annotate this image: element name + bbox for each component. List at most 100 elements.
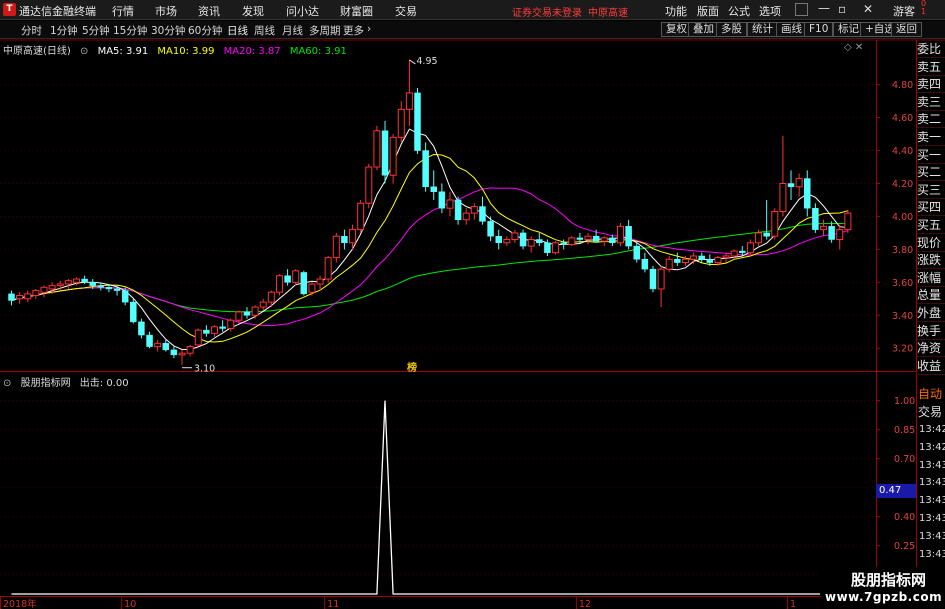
candle: [674, 252, 681, 266]
trade-time: 13:43: [919, 513, 945, 524]
candle: [300, 270, 308, 296]
quote-label: 买五: [917, 216, 945, 234]
auto-trade-label[interactable]: 自动: [918, 385, 942, 402]
candle: [275, 274, 283, 296]
ma20-legend: MA20: 3.87: [223, 46, 281, 57]
main-legend: 中原高速(日线) ⊙ MA5: 3.91 MA10: 3.99 MA20: 3.…: [3, 42, 353, 57]
date-label: 12: [579, 599, 591, 609]
list-marker-badge[interactable]: 榜: [407, 359, 417, 374]
candle: [600, 236, 608, 247]
candle: [844, 209, 852, 233]
ma10-legend: MA10: 3.99: [157, 46, 215, 57]
candle: [584, 232, 592, 245]
y-tick-label: 1.00: [894, 396, 915, 407]
candle: [503, 236, 511, 247]
candle: [292, 269, 300, 286]
candle: [462, 208, 470, 225]
trade-time: 13:43: [919, 548, 945, 560]
candle: [405, 59, 413, 126]
ma10-line: [11, 153, 849, 343]
date-label: 2018年: [3, 598, 37, 609]
quote-label: 买三: [917, 181, 945, 199]
date-label: 1: [790, 599, 796, 609]
candle: [341, 229, 348, 250]
candle: [430, 170, 437, 200]
high-price-label: 4.95: [416, 56, 437, 67]
y-tick-label: 4.40: [892, 146, 913, 157]
candle: [16, 292, 24, 304]
indicator-title: 股朋指标网: [20, 378, 71, 389]
date-label: 10: [124, 599, 136, 609]
candle: [454, 196, 462, 225]
candle: [397, 101, 405, 143]
indicator-dropdown-icon[interactable]: ⊙: [3, 378, 11, 389]
candle: [519, 229, 527, 250]
quote-label: 总量: [917, 286, 945, 305]
candle: [324, 255, 332, 283]
trade-time: 13:43: [919, 477, 945, 489]
quote-label: 买四: [917, 198, 945, 217]
candle: [657, 265, 665, 308]
indicator-value-badge: 0.47: [879, 485, 902, 496]
trade-time: 13:43: [919, 530, 945, 542]
candle: [795, 173, 803, 197]
quote-label: 委比: [917, 40, 945, 58]
candle: [130, 298, 137, 324]
quote-label: 买一: [917, 146, 945, 164]
settings-dropdown-icon[interactable]: ⊙: [80, 46, 88, 57]
trade-time: 13:42: [919, 441, 945, 453]
candle: [722, 252, 730, 263]
candle: [373, 125, 381, 171]
candle: [8, 290, 15, 306]
chart-title: 中原高速(日线): [3, 46, 71, 57]
ma60-line: [11, 223, 848, 313]
chart-tools-icon[interactable]: ◇ ✕: [844, 42, 863, 53]
ma5-legend: MA5: 3.91: [97, 46, 149, 57]
candle: [40, 285, 48, 298]
candle: [365, 163, 373, 209]
candle: [227, 318, 235, 332]
y-tick-label: 3.40: [892, 311, 913, 322]
quote-label: 卖二: [917, 110, 945, 129]
candle: [511, 229, 519, 243]
y-tick-label: 4.20: [892, 179, 913, 190]
candle: [24, 290, 32, 303]
trade-time: 13:43: [919, 495, 945, 507]
candle: [820, 219, 827, 237]
quote-label: 卖五: [917, 58, 945, 76]
candle: [470, 203, 478, 220]
candle: [649, 265, 657, 293]
candle: [828, 221, 835, 243]
candle: [332, 232, 340, 263]
y-tick-label: 0.70: [894, 454, 915, 465]
y-tick-label: 3.80: [892, 245, 913, 256]
candle: [617, 223, 624, 247]
candle: [641, 252, 649, 273]
indicator-output: 出击: 0.00: [79, 378, 129, 389]
ma5-line: [11, 128, 848, 350]
candle: [665, 255, 673, 273]
candle: [113, 285, 121, 296]
candle: [438, 183, 446, 214]
candle: [536, 232, 543, 247]
candle: [771, 208, 779, 240]
candle: [308, 282, 316, 296]
candle: [836, 224, 844, 250]
candle: [259, 298, 267, 311]
kline-chart[interactable]: 4.80 4.60 4.40 4.20 4.00 3.80 3.60 3.40 3.20 1.0…: [0, 0, 945, 609]
ma60-legend: MA60: 3.91: [289, 46, 347, 57]
candle: [625, 219, 632, 250]
candle: [446, 191, 454, 217]
y-tick-label: 4.80: [892, 80, 913, 91]
candle: [211, 325, 218, 337]
candle: [787, 170, 795, 200]
trade-label[interactable]: 交易: [918, 403, 942, 420]
y-tick-label: 0.85: [894, 425, 915, 436]
quote-label: 收益: [917, 357, 945, 375]
candle: [495, 229, 502, 250]
candle: [357, 199, 365, 233]
quote-label: 现价: [917, 234, 945, 252]
date-label: 11: [327, 599, 339, 609]
candle: [779, 135, 787, 217]
indicator-legend: ⊙ 股朋指标网 出击: 0.00: [3, 374, 135, 389]
